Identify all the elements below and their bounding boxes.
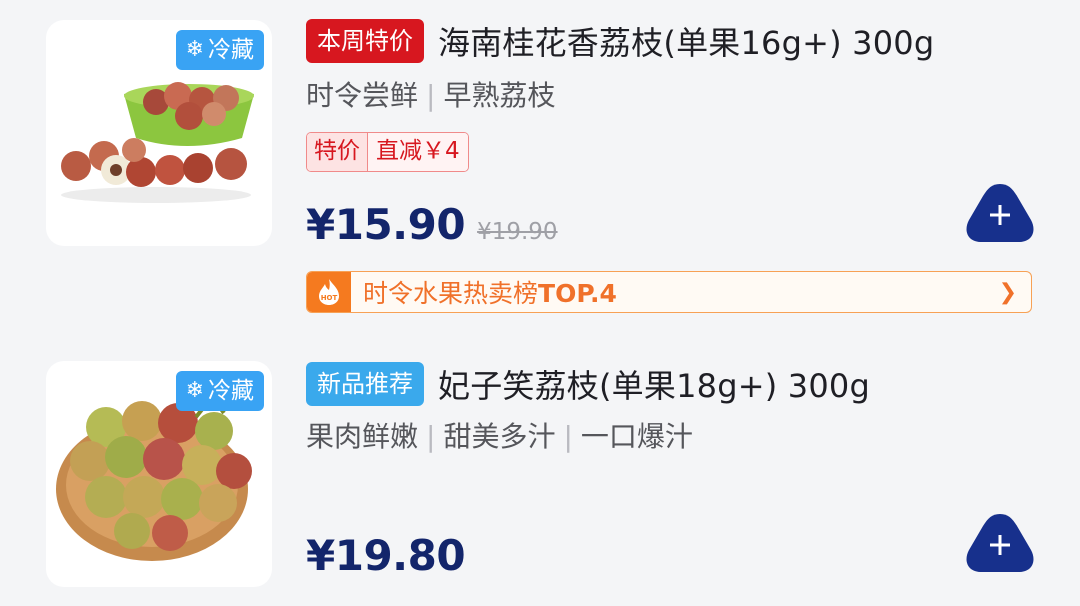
ranking-text: 时令水果热卖榜TOP.4 bbox=[363, 279, 617, 308]
price-row: ¥19.80 bbox=[306, 531, 466, 580]
current-price: ¥15.90 bbox=[306, 200, 466, 249]
original-price: ¥19.90 bbox=[477, 219, 558, 245]
product-subtitle: 果肉鲜嫩 | 甜美多汁 | 一口爆汁 bbox=[306, 420, 693, 453]
product-card[interactable]: ❄ 冷藏 本周特价 海南桂花香荔枝(单果16g+) 300g 时令尝鲜 | 早熟荔枝… bbox=[0, 0, 1080, 335]
promo-discount: 直减￥4 bbox=[368, 133, 468, 171]
product-image[interactable]: ❄ 冷藏 bbox=[46, 20, 272, 246]
product-card[interactable]: ❄ 冷藏 新品推荐 妃子笑荔枝(单果18g+) 300g 果肉鲜嫩 | 甜美多汁 | 一… bbox=[0, 335, 1080, 606]
separator: | bbox=[426, 79, 436, 112]
product-title-row: 本周特价 海南桂花香荔枝(单果16g+) 300g bbox=[306, 18, 934, 64]
product-image[interactable]: ❄ 冷藏 bbox=[46, 361, 272, 587]
product-title-row: 新品推荐 妃子笑荔枝(单果18g+) 300g bbox=[306, 361, 870, 407]
add-to-cart-button[interactable] bbox=[964, 512, 1036, 574]
separator: | bbox=[426, 420, 436, 453]
price-row: ¥15.90 ¥19.90 bbox=[306, 200, 558, 249]
snowflake-icon: ❄ bbox=[185, 37, 204, 62]
svg-text:HOT: HOT bbox=[321, 294, 338, 302]
snowflake-icon: ❄ bbox=[185, 378, 204, 403]
weekly-special-tag: 本周特价 bbox=[306, 19, 424, 63]
product-title[interactable]: 妃子笑荔枝(单果18g+) 300g bbox=[438, 361, 870, 407]
promo-badge: 特价 直减￥4 bbox=[306, 132, 469, 172]
hot-icon: HOT bbox=[307, 272, 351, 312]
hot-ranking-bar[interactable]: HOT 时令水果热卖榜TOP.4 ❯ bbox=[306, 271, 1032, 313]
cold-storage-badge: ❄ 冷藏 bbox=[175, 371, 264, 411]
separator: | bbox=[563, 420, 573, 453]
product-subtitle: 时令尝鲜 | 早熟荔枝 bbox=[306, 79, 556, 112]
add-to-cart-button[interactable] bbox=[964, 182, 1036, 244]
current-price: ¥19.80 bbox=[306, 531, 466, 580]
product-title[interactable]: 海南桂花香荔枝(单果16g+) 300g bbox=[438, 18, 934, 64]
plus-icon bbox=[966, 514, 1034, 572]
new-product-tag: 新品推荐 bbox=[306, 362, 424, 406]
cold-storage-badge: ❄ 冷藏 bbox=[175, 30, 264, 70]
chevron-right-icon: ❯ bbox=[998, 279, 1017, 305]
plus-icon bbox=[966, 184, 1034, 242]
promo-label: 特价 bbox=[307, 133, 368, 171]
